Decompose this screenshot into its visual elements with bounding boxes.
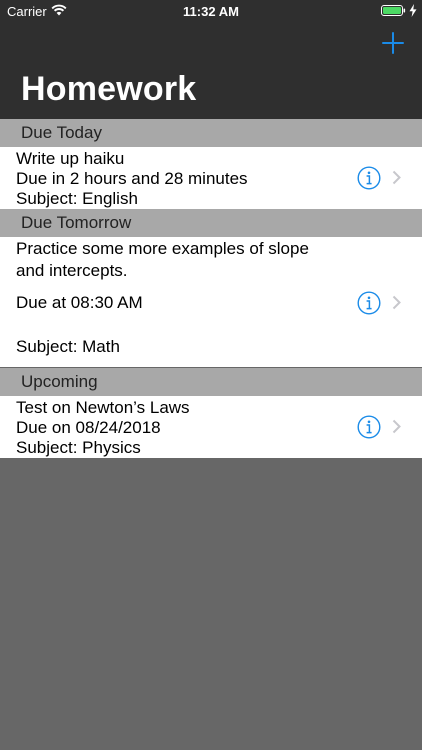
homework-due: Due at 08:30 AM: [16, 293, 143, 312]
info-icon[interactable]: [357, 291, 381, 315]
status-bar: Carrier 11:32 AM: [0, 0, 422, 22]
chevron-right-icon: [392, 419, 401, 434]
section-header-due-today: Due Today: [0, 119, 422, 147]
homework-title: Write up haiku: [16, 149, 125, 168]
homework-title-line-1: Practice some more examples of slope: [16, 239, 309, 258]
chevron-right-icon: [392, 170, 401, 185]
section-header-label: Upcoming: [21, 372, 98, 391]
homework-subject: Subject: Math: [16, 337, 120, 356]
navigation-bar: Carrier 11:32 AM Homework: [0, 0, 422, 119]
info-icon[interactable]: [357, 166, 381, 190]
homework-due: Due in 2 hours and 28 minutes: [16, 169, 248, 188]
plus-icon: [382, 32, 404, 54]
chevron-right-icon: [392, 295, 401, 310]
homework-row-haiku[interactable]: Write up haiku Due in 2 hours and 28 min…: [0, 147, 422, 209]
homework-title-line-2: and intercepts.: [16, 261, 128, 280]
page-title: Homework: [21, 70, 197, 108]
homework-due: Due on 08/24/2018: [16, 418, 161, 437]
section-header-label: Due Tomorrow: [21, 213, 132, 232]
homework-row-slope[interactable]: Practice some more examples of slope and…: [0, 237, 422, 367]
section-header-upcoming: Upcoming: [0, 368, 422, 396]
homework-subject: Subject: English: [16, 189, 138, 208]
homework-subject: Subject: Physics: [16, 438, 141, 457]
homework-row-newton[interactable]: Test on Newton’s Laws Due on 08/24/2018 …: [0, 396, 422, 458]
section-header-due-tomorrow: Due Tomorrow: [0, 209, 422, 237]
status-time: 11:32 AM: [183, 4, 239, 19]
info-icon[interactable]: [357, 415, 381, 439]
homework-title: Test on Newton’s Laws: [16, 398, 190, 417]
add-homework-button[interactable]: [381, 31, 405, 55]
section-header-label: Due Today: [21, 123, 102, 142]
charging-bolt-icon: [409, 4, 417, 17]
battery-icon: [381, 5, 406, 16]
